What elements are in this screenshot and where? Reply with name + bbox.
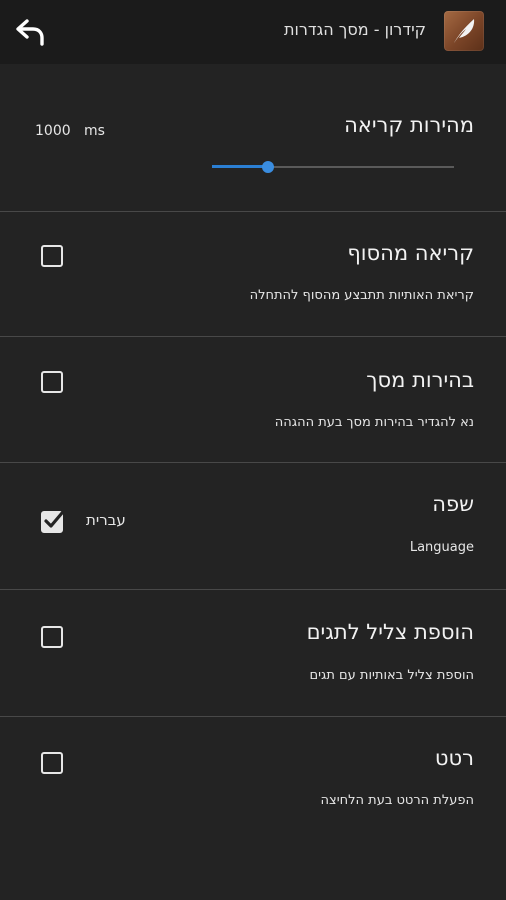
screen-brightness-summary: נא להגדיר בהירות מסך בעת ההגהה [274,415,474,430]
language-title: שפה [432,492,474,516]
vibration-summary: הפעלת הרטט בעת הלחיצה [320,793,474,808]
reverse-reading-title: קריאה מהסוף [347,241,474,265]
reading-speed-title: מהירות קריאה [344,113,474,137]
app-bar: קידרון - מסך הגדרות [0,0,506,64]
reading-speed-value: 1000 [35,123,71,139]
vibration-title: רטט [434,746,474,770]
back-arrow-icon [16,19,44,46]
screen-brightness-title: בהירות מסך [366,368,474,392]
reverse-reading-setting[interactable]: קריאה מהסוף קריאת האותיות תתבצע מהסוף לה… [0,212,506,337]
vibration-checkbox[interactable] [41,752,63,774]
back-button[interactable] [12,14,50,50]
language-checkbox[interactable] [41,511,64,533]
vibration-setting[interactable]: רטט הפעלת הרטט בעת הלחיצה [0,717,506,837]
language-value: עברית [86,511,126,529]
language-summary: Language [409,540,474,555]
reading-speed-slider[interactable] [212,158,454,176]
reading-speed-setting: מהירות קריאה 1000 ms [0,64,506,212]
screen-brightness-checkbox[interactable] [41,371,63,393]
tag-sound-checkbox[interactable] [41,626,63,648]
screen-brightness-setting[interactable]: בהירות מסך נא להגדיר בהירות מסך בעת ההגה… [0,337,506,463]
tag-sound-summary: הוספת צליל באותיות עם תגים [309,668,474,683]
tag-sound-setting[interactable]: הוספת צליל לתגים הוספת צליל באותיות עם ת… [0,590,506,717]
screen-title: קידרון - מסך הגדרות [284,20,426,39]
quill-feather-icon [454,19,475,43]
reverse-reading-summary: קריאת האותיות תתבצע מהסוף להתחלה [249,288,474,303]
language-setting[interactable]: שפה Language עברית [0,463,506,590]
checkmark-icon [44,511,64,528]
reverse-reading-checkbox[interactable] [41,245,63,267]
slider-thumb[interactable] [261,161,274,173]
tag-sound-title: הוספת צליל לתגים [306,620,474,644]
slider-fill [212,165,268,168]
reading-speed-unit: ms [84,123,105,139]
app-logo [444,11,484,51]
